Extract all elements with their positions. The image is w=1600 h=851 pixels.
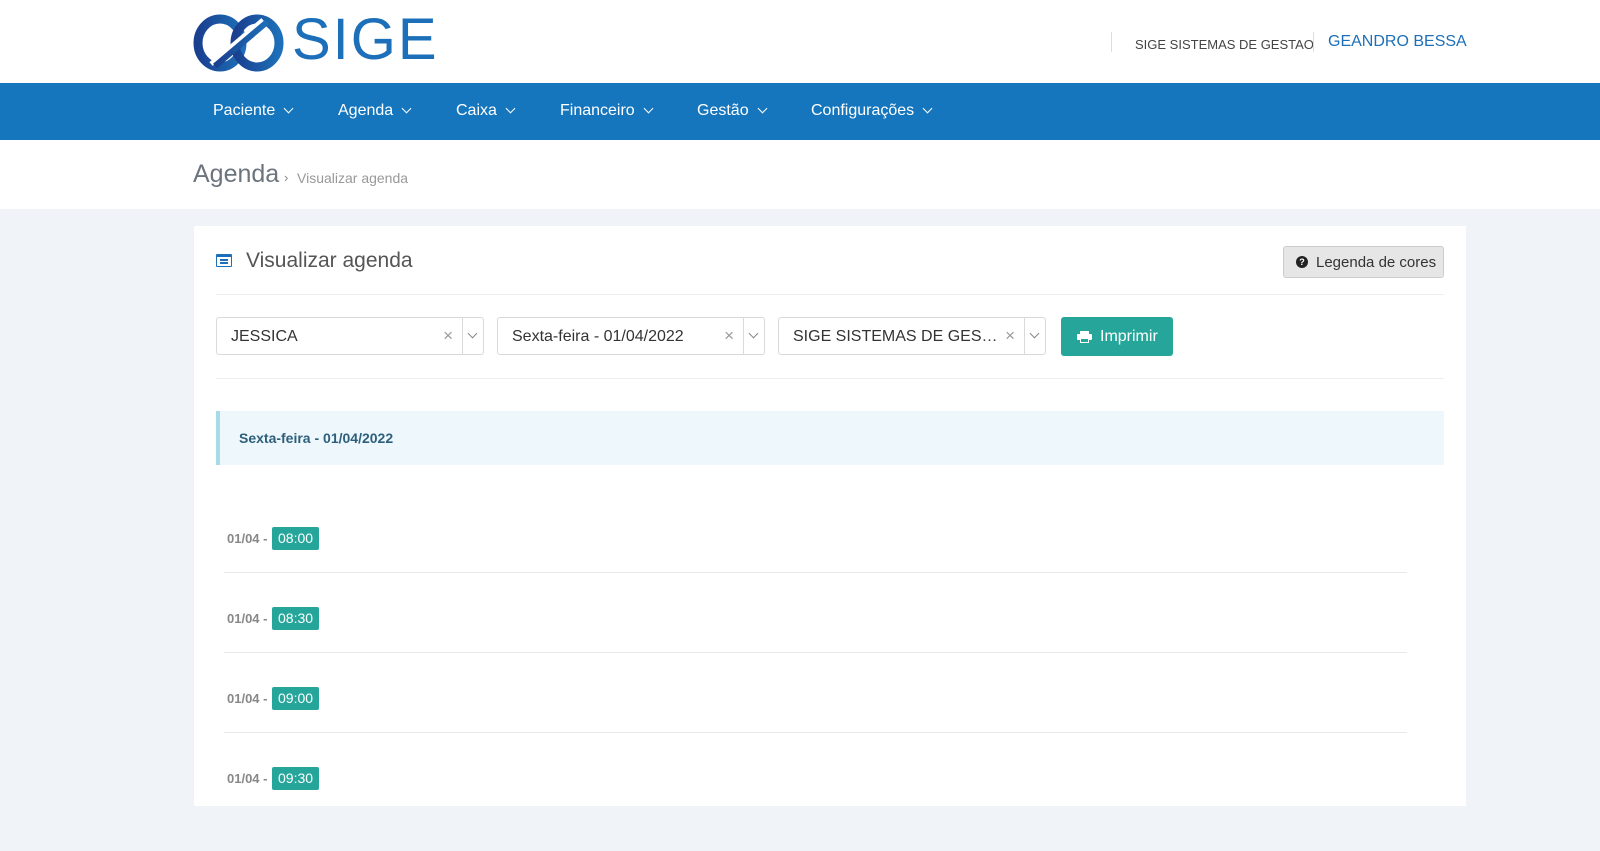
select-divider <box>1024 318 1025 354</box>
breadcrumb-separator: › <box>284 170 289 185</box>
company-select[interactable]: SIGE SISTEMAS DE GES… × <box>778 317 1046 355</box>
slot-date: 01/04 - <box>227 771 268 786</box>
chevron-down-icon <box>757 103 768 114</box>
nav-item-paciente[interactable]: Paciente <box>213 102 294 120</box>
slot-date: 01/04 - <box>227 531 268 546</box>
company-name[interactable]: SIGE SISTEMAS DE GESTAO <box>1135 37 1314 52</box>
nav-label: Gestão <box>697 102 749 119</box>
slot-time-badge[interactable]: 08:00 <box>272 527 320 550</box>
divider <box>224 732 1407 733</box>
breadcrumb-current: Visualizar agenda <box>297 170 409 186</box>
slot-time-badge[interactable]: 08:30 <box>272 607 320 630</box>
print-button[interactable]: Imprimir <box>1061 317 1173 356</box>
top-header: SIGE SIGE SISTEMAS DE GESTAO GEANDRO BES… <box>0 0 1600 83</box>
printer-icon <box>1077 330 1092 343</box>
color-legend-button[interactable]: ? Legenda de cores <box>1283 246 1444 278</box>
logo-text[interactable]: SIGE <box>292 6 439 73</box>
chevron-down-icon <box>643 103 654 114</box>
chevron-down-icon <box>401 103 412 114</box>
page-title: Agenda <box>193 160 280 188</box>
nav-item-caixa[interactable]: Caixa <box>456 102 516 120</box>
legend-button-label: Legenda de cores <box>1316 253 1437 271</box>
calendar-list-icon <box>216 254 232 267</box>
divider <box>224 572 1407 573</box>
divider <box>1313 32 1314 52</box>
clear-icon[interactable]: × <box>1005 326 1015 346</box>
schedule-slot[interactable]: 01/04 - 08:00 <box>224 527 1407 611</box>
schedule-slot[interactable]: 01/04 - 09:30 <box>224 767 1407 851</box>
nav-item-financeiro[interactable]: Financeiro <box>560 102 654 120</box>
slot-time-badge[interactable]: 09:00 <box>272 687 320 710</box>
main-nav: Paciente Agenda Caixa Financeiro Gestão … <box>0 83 1600 140</box>
chevron-down-icon <box>922 103 933 114</box>
select-divider <box>743 318 744 354</box>
nav-item-agenda[interactable]: Agenda <box>338 102 412 120</box>
chevron-down-icon[interactable] <box>748 328 759 339</box>
divider <box>216 294 1444 295</box>
day-header: Sexta-feira - 01/04/2022 <box>216 411 1444 465</box>
professional-value: JESSICA <box>231 328 298 345</box>
professional-select[interactable]: JESSICA × <box>216 317 484 355</box>
nav-label: Agenda <box>338 102 394 119</box>
page-header: Agenda › Visualizar agenda <box>0 140 1600 209</box>
schedule-slot[interactable]: 01/04 - 08:30 <box>224 607 1407 691</box>
divider <box>1111 32 1112 52</box>
nav-label: Financeiro <box>560 102 635 119</box>
divider <box>224 652 1407 653</box>
clear-icon[interactable]: × <box>724 326 734 346</box>
select-divider <box>462 318 463 354</box>
nav-label: Configurações <box>811 102 915 119</box>
date-value: Sexta-feira - 01/04/2022 <box>512 328 684 345</box>
chevron-down-icon <box>283 103 294 114</box>
user-menu[interactable]: GEANDRO BESSA <box>1328 33 1467 51</box>
day-header-label: Sexta-feira - 01/04/2022 <box>239 430 394 446</box>
clear-icon[interactable]: × <box>443 326 453 346</box>
slot-date: 01/04 - <box>227 691 268 706</box>
company-value: SIGE SISTEMAS DE GES… <box>793 328 998 345</box>
nav-item-configuracoes[interactable]: Configurações <box>811 102 933 120</box>
nav-label: Caixa <box>456 102 497 119</box>
nav-item-gestao[interactable]: Gestão <box>697 102 768 120</box>
agenda-card: Visualizar agenda ? Legenda de cores JES… <box>194 226 1466 806</box>
card-title: Visualizar agenda <box>246 249 413 272</box>
chevron-down-icon <box>505 103 516 114</box>
slot-time-badge[interactable]: 09:30 <box>272 767 320 790</box>
question-circle-icon: ? <box>1296 256 1308 268</box>
divider <box>216 378 1444 379</box>
chevron-down-icon[interactable] <box>1029 328 1040 339</box>
slot-date: 01/04 - <box>227 611 268 626</box>
nav-label: Paciente <box>213 102 276 119</box>
schedule-slot[interactable]: 01/04 - 09:00 <box>224 687 1407 771</box>
print-button-label: Imprimir <box>1100 327 1158 345</box>
chevron-down-icon[interactable] <box>467 328 478 339</box>
date-select[interactable]: Sexta-feira - 01/04/2022 × <box>497 317 765 355</box>
